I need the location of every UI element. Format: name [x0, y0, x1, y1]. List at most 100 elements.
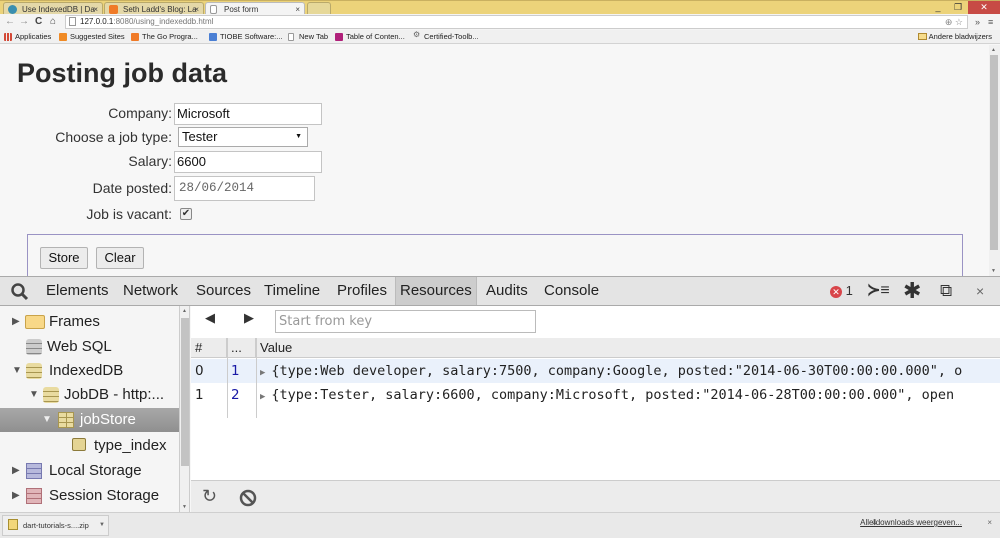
- salary-input[interactable]: 6600: [174, 151, 322, 173]
- database-icon: [26, 339, 42, 355]
- bookmark-suggested-sites[interactable]: Suggested Sites: [59, 31, 125, 43]
- close-shelf-icon[interactable]: ×: [987, 518, 992, 527]
- show-all-downloads-link[interactable]: Alle downloads weergeven...: [860, 518, 962, 527]
- tab-title: Seth Ladd's Blog: La: [123, 5, 197, 14]
- devtools-tab-network[interactable]: Network: [119, 277, 182, 305]
- scroll-down-arrow[interactable]: ▼: [182, 504, 187, 510]
- vacant-row: Job is vacant: ✔: [0, 203, 400, 225]
- column-header-index[interactable]: #: [191, 338, 227, 357]
- start-from-key-input[interactable]: Start from key: [275, 310, 536, 333]
- collapse-arrow-icon[interactable]: ▼: [12, 359, 22, 383]
- devtools-tab-resources[interactable]: Resources: [395, 277, 477, 305]
- expand-arrow-icon[interactable]: ▶: [260, 392, 265, 402]
- other-bookmarks[interactable]: Andere bladwijzers: [917, 31, 992, 43]
- zoom-icon[interactable]: ⊕: [945, 17, 953, 27]
- expand-arrow-icon[interactable]: ▶: [12, 484, 20, 508]
- scroll-down-arrow[interactable]: ▼: [991, 268, 996, 274]
- bookmark-certified-toolbox[interactable]: ⚙ Certified-Toolb...: [413, 31, 479, 43]
- row-key: 1: [231, 363, 240, 379]
- restore-button[interactable]: ❐: [950, 1, 966, 14]
- search-icon[interactable]: [10, 282, 30, 302]
- data-grid-row[interactable]: 0 1 ▶ {type:Web developer, salary:7500, c…: [191, 359, 1000, 383]
- expand-arrow-icon[interactable]: ▶: [12, 459, 20, 483]
- close-window-button[interactable]: ✕: [968, 1, 1000, 14]
- download-item[interactable]: dart-tutorials-s....zip ▼: [2, 515, 109, 536]
- clear-button[interactable]: Clear: [96, 247, 144, 269]
- scroll-thumb[interactable]: [990, 55, 998, 250]
- previous-page-icon[interactable]: ◀: [205, 310, 215, 326]
- toolbox-icon: ⚙: [413, 30, 421, 39]
- tree-item-type-index[interactable]: type_index: [0, 434, 179, 458]
- date-posted-input[interactable]: 28/06/2014: [174, 176, 315, 201]
- clear-icon[interactable]: [239, 489, 257, 507]
- settings-gear-icon[interactable]: ✱: [903, 277, 921, 305]
- bookmark-tiobe[interactable]: TIOBE Software:...: [209, 31, 283, 43]
- download-menu-arrow-icon[interactable]: ▼: [99, 516, 105, 535]
- close-devtools-icon[interactable]: ×: [976, 277, 984, 305]
- devtools-tab-profiles[interactable]: Profiles: [333, 277, 391, 305]
- row-value-text: {type:Tester, salary:6600, company:Micro…: [271, 387, 955, 403]
- devtools-tab-timeline[interactable]: Timeline: [260, 277, 324, 305]
- page-title: Posting job data: [17, 58, 228, 88]
- company-row: Company: Microsoft: [0, 103, 400, 125]
- collapse-arrow-icon[interactable]: ▼: [29, 383, 39, 407]
- scroll-up-arrow[interactable]: ▲: [991, 47, 996, 53]
- expand-arrow-icon[interactable]: ▶: [260, 368, 265, 378]
- bookmark-label: New Tab: [299, 32, 329, 41]
- tree-item-web-sql[interactable]: Web SQL: [0, 335, 179, 359]
- tree-item-jobstore[interactable]: ▼ jobStore: [0, 408, 179, 432]
- minimize-button[interactable]: _: [930, 1, 946, 14]
- error-counter[interactable]: ✕ 1: [830, 277, 853, 305]
- show-drawer-icon[interactable]: ≻≡: [867, 277, 890, 305]
- refresh-icon[interactable]: ↻: [202, 486, 217, 507]
- bookmark-new-tab[interactable]: New Tab: [288, 31, 328, 43]
- zip-file-icon: [8, 519, 18, 530]
- job-vacant-checkbox[interactable]: ✔: [180, 208, 192, 220]
- scroll-up-arrow[interactable]: ▲: [182, 308, 187, 314]
- tree-item-jobdb[interactable]: ▼ JobDB - http:...: [0, 383, 179, 407]
- tree-label: Frames: [49, 313, 100, 330]
- bookmark-applicaties[interactable]: Applicaties: [4, 31, 51, 43]
- pager-toolbar: ◀ ▶ Start from key: [191, 306, 1000, 338]
- bookmark-label: TIOBE Software:...: [220, 32, 283, 41]
- data-view-statusbar: ↻: [191, 480, 1000, 512]
- bookmark-table-of-contents[interactable]: Table of Conten...: [335, 31, 405, 43]
- devtools-tab-audits[interactable]: Audits: [482, 277, 532, 305]
- window-titlebar: Use IndexedDB | Da × Seth Ladd's Blog: L…: [0, 0, 1000, 15]
- date-label: Date posted:: [92, 180, 172, 196]
- column-header-key[interactable]: ...: [227, 338, 256, 357]
- reload-button[interactable]: C: [35, 15, 42, 29]
- expand-arrow-icon[interactable]: ▶: [12, 310, 20, 334]
- store-button[interactable]: Store: [40, 247, 88, 269]
- devtools-tab-sources[interactable]: Sources: [192, 277, 255, 305]
- devtools-tab-console[interactable]: Console: [540, 277, 603, 305]
- folder-icon: [25, 315, 45, 329]
- tree-item-indexeddb[interactable]: ▼ IndexedDB: [0, 359, 179, 383]
- job-type-select[interactable]: Tester ▼: [178, 127, 308, 147]
- back-button[interactable]: ←: [5, 15, 15, 29]
- devtools-tab-elements[interactable]: Elements: [42, 277, 113, 305]
- tree-label: JobDB - http:...: [64, 386, 165, 403]
- devtools-tabbar: Elements Network Sources Timeline Profil…: [0, 276, 1000, 306]
- forward-button[interactable]: →: [19, 15, 29, 29]
- collapse-arrow-icon[interactable]: ▼: [42, 408, 52, 432]
- scroll-thumb[interactable]: [181, 318, 189, 466]
- column-header-value[interactable]: Value: [256, 338, 1000, 357]
- grid-icon: [26, 463, 42, 479]
- bookmark-go-programming[interactable]: The Go Progra...: [131, 31, 198, 43]
- tree-item-frames[interactable]: ▶ Frames: [0, 310, 179, 334]
- dock-toggle-icon[interactable]: ⧉: [940, 277, 952, 305]
- data-grid-row[interactable]: 1 2 ▶ {type:Tester, salary:6600, company:…: [191, 383, 1000, 407]
- extensions-overflow-icon[interactable]: »: [975, 15, 980, 29]
- tree-item-local-storage[interactable]: ▶ Local Storage: [0, 459, 179, 483]
- tree-item-session-storage[interactable]: ▶ Session Storage: [0, 484, 179, 508]
- page-scrollbar[interactable]: ▲ ▼: [989, 45, 1000, 276]
- dart-icon: [8, 5, 17, 14]
- bookmark-star-icon[interactable]: ☆: [955, 17, 963, 27]
- sidebar-scrollbar[interactable]: ▲ ▼: [180, 306, 190, 512]
- menu-icon[interactable]: ≡: [988, 15, 993, 29]
- company-input[interactable]: Microsoft: [174, 103, 322, 125]
- home-button[interactable]: ⌂: [50, 15, 56, 29]
- next-page-icon[interactable]: ▶: [244, 310, 254, 326]
- address-bar[interactable]: 127.0.0.1:8080/using_indexeddb.html ⊕ ☆: [65, 15, 968, 29]
